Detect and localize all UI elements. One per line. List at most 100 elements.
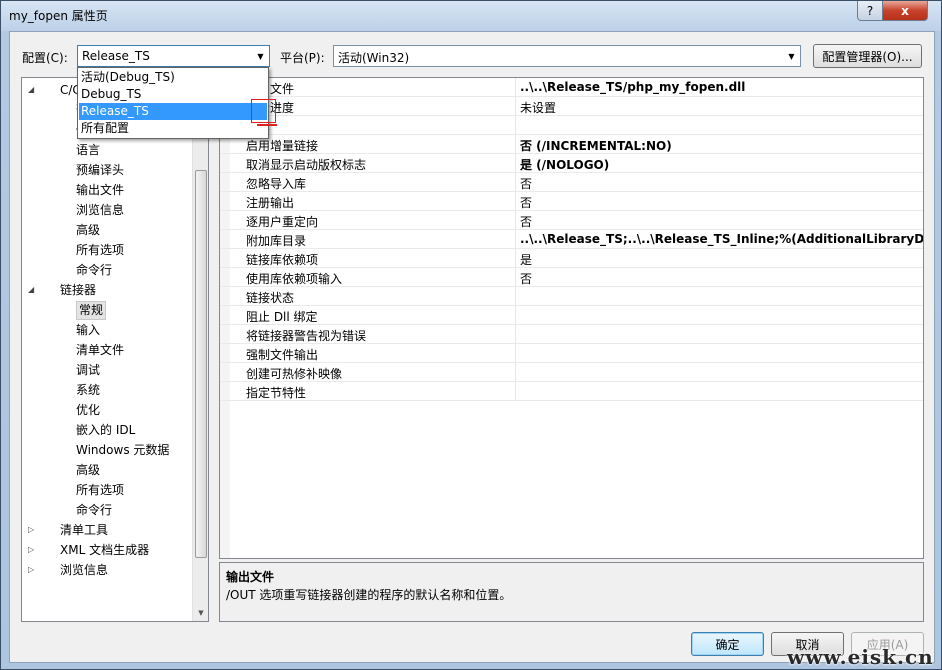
tree-scrollbar[interactable]: ▲ ▼ — [192, 78, 208, 621]
column-separator — [515, 344, 516, 362]
annotation-mark — [257, 124, 277, 126]
tree-item-label: 高级 — [76, 463, 101, 477]
annotation-box — [251, 99, 276, 123]
collapse-triangle-icon[interactable]: ◢ — [28, 280, 34, 300]
tree-item-label: 浏览信息 — [60, 563, 109, 577]
description-text: /OUT 选项重写链接器创建的程序的默认名称和位置。 — [226, 588, 512, 602]
property-value[interactable]: 是 — [520, 251, 532, 268]
property-row[interactable]: 取消显示启动版权标志 是 (/NOLOGO) — [220, 154, 923, 173]
property-tree: ◢C/C++预处理器代码生成语言预编译头输出文件浏览信息高级所有选项命令行◢链接… — [21, 77, 209, 622]
platform-select-value: 活动(Win32) — [338, 51, 410, 65]
ok-button[interactable]: 确定 — [691, 632, 764, 656]
config-option[interactable]: 活动(Debug_TS) — [79, 69, 267, 86]
column-separator — [515, 192, 516, 210]
tree-item-label: Windows 元数据 — [76, 443, 170, 457]
config-select[interactable]: Release_TS ▼ — [77, 45, 270, 67]
column-separator — [515, 78, 516, 96]
config-option[interactable]: 所有配置 — [79, 120, 267, 137]
title-bar[interactable]: my_fopen 属性页 ? x — [1, 1, 941, 31]
property-name: 链接库依赖项 — [246, 253, 319, 267]
property-grid: 输出文件 ..\..\Release_TS/php_my_fopen.dll 显示进… — [219, 77, 924, 559]
property-name: 注册输出 — [246, 196, 295, 210]
description-title: 输出文件 — [226, 570, 275, 584]
property-value[interactable]: 否 (/INCREMENTAL:NO) — [520, 137, 672, 154]
config-dropdown-list: 活动(Debug_TS) Debug_TS Release_TS 所有配置 — [77, 67, 269, 139]
window-title: my_fopen 属性页 — [9, 9, 108, 23]
expand-triangle-icon[interactable]: ▷ — [28, 560, 34, 580]
property-row[interactable]: 链接状态 — [220, 287, 923, 306]
scroll-down-icon[interactable]: ▼ — [193, 605, 208, 621]
property-row[interactable]: 指定节特性 — [220, 382, 923, 401]
column-separator — [515, 230, 516, 248]
scroll-thumb[interactable] — [195, 170, 207, 558]
expand-triangle-icon[interactable]: ▷ — [28, 540, 34, 560]
property-value[interactable]: 是 (/NOLOGO) — [520, 156, 609, 173]
property-name: 忽略导入库 — [246, 177, 307, 191]
property-value[interactable]: ..\..\Release_TS;..\..\Release_TS_Inline… — [520, 232, 923, 246]
property-row[interactable]: 显示进度 未设置 — [220, 97, 923, 116]
property-row[interactable]: 将链接器警告视为错误 — [220, 325, 923, 344]
column-separator — [515, 249, 516, 267]
property-name: 强制文件输出 — [246, 348, 319, 362]
column-separator — [515, 97, 516, 115]
property-row[interactable]: 启用增量链接 否 (/INCREMENTAL:NO) — [220, 135, 923, 154]
property-value[interactable]: 否 — [520, 175, 532, 192]
tree-item-label: XML 文档生成器 — [60, 543, 150, 557]
property-row[interactable]: 创建可热修补映像 — [220, 363, 923, 382]
platform-select[interactable]: 活动(Win32) ▼ — [333, 45, 801, 67]
help-button[interactable]: ? — [857, 1, 883, 21]
property-row[interactable]: 使用库依赖项输入 否 — [220, 268, 923, 287]
config-manager-button[interactable]: 配置管理器(O)... — [813, 44, 922, 68]
tree-item-label: 浏览信息 — [76, 203, 125, 217]
tree-item-label: 语言 — [76, 143, 101, 157]
tree-item-label: 清单工具 — [60, 523, 109, 537]
property-value[interactable]: 未设置 — [520, 99, 556, 116]
column-separator — [515, 363, 516, 381]
chevron-down-icon[interactable]: ▼ — [783, 46, 800, 66]
column-separator — [515, 116, 516, 134]
config-label: 配置(C): — [22, 51, 68, 65]
property-value[interactable]: 否 — [520, 194, 532, 211]
close-button[interactable]: x — [882, 1, 928, 21]
property-row[interactable]: 注册输出 否 — [220, 192, 923, 211]
property-name: 启用增量链接 — [246, 139, 319, 153]
property-row[interactable]: 链接库依赖项 是 — [220, 249, 923, 268]
property-name: 链接状态 — [246, 291, 295, 305]
property-name: 逐用户重定向 — [246, 215, 319, 229]
property-row[interactable]: 逐用户重定向 否 — [220, 211, 923, 230]
property-name: 将链接器警告视为错误 — [246, 329, 367, 343]
tree-item-label: 清单文件 — [76, 343, 125, 357]
tree-item-label: 调试 — [76, 363, 101, 377]
property-value[interactable]: 否 — [520, 213, 532, 230]
property-name: 创建可热修补映像 — [246, 367, 343, 381]
tree-item-label: 所有选项 — [76, 243, 125, 257]
tree-item-label: 命令行 — [76, 503, 113, 517]
property-row[interactable]: 版本 — [220, 116, 923, 135]
property-row[interactable]: 阻止 Dll 绑定 — [220, 306, 923, 325]
property-row[interactable]: 忽略导入库 否 — [220, 173, 923, 192]
column-separator — [515, 382, 516, 400]
column-separator — [515, 173, 516, 191]
column-separator — [515, 135, 516, 153]
property-value[interactable]: ..\..\Release_TS/php_my_fopen.dll — [520, 80, 745, 94]
property-row[interactable]: 强制文件输出 — [220, 344, 923, 363]
chevron-down-icon[interactable]: ▼ — [252, 46, 269, 66]
property-name: 使用库依赖项输入 — [246, 272, 343, 286]
tree-item-label: 嵌入的 IDL — [76, 423, 136, 437]
config-option[interactable]: Debug_TS — [79, 86, 267, 103]
tree-item-label: 所有选项 — [76, 483, 125, 497]
collapse-triangle-icon[interactable]: ◢ — [28, 80, 34, 100]
property-value[interactable]: 否 — [520, 270, 532, 287]
column-separator — [515, 306, 516, 324]
property-name: 阻止 Dll 绑定 — [246, 310, 318, 324]
property-name: 取消显示启动版权标志 — [246, 158, 367, 172]
column-separator — [515, 325, 516, 343]
property-row[interactable]: 附加库目录 ..\..\Release_TS;..\..\Release_TS_I… — [220, 230, 923, 249]
property-row[interactable]: 输出文件 ..\..\Release_TS/php_my_fopen.dll — [220, 78, 923, 97]
tree-item-label: 优化 — [76, 403, 101, 417]
expand-triangle-icon[interactable]: ▷ — [28, 520, 34, 540]
description-panel: 输出文件 /OUT 选项重写链接器创建的程序的默认名称和位置。 — [219, 562, 924, 622]
config-option[interactable]: Release_TS — [79, 103, 267, 120]
watermark: www.eisk.cn — [787, 645, 934, 669]
tree-item-label: 高级 — [76, 223, 101, 237]
